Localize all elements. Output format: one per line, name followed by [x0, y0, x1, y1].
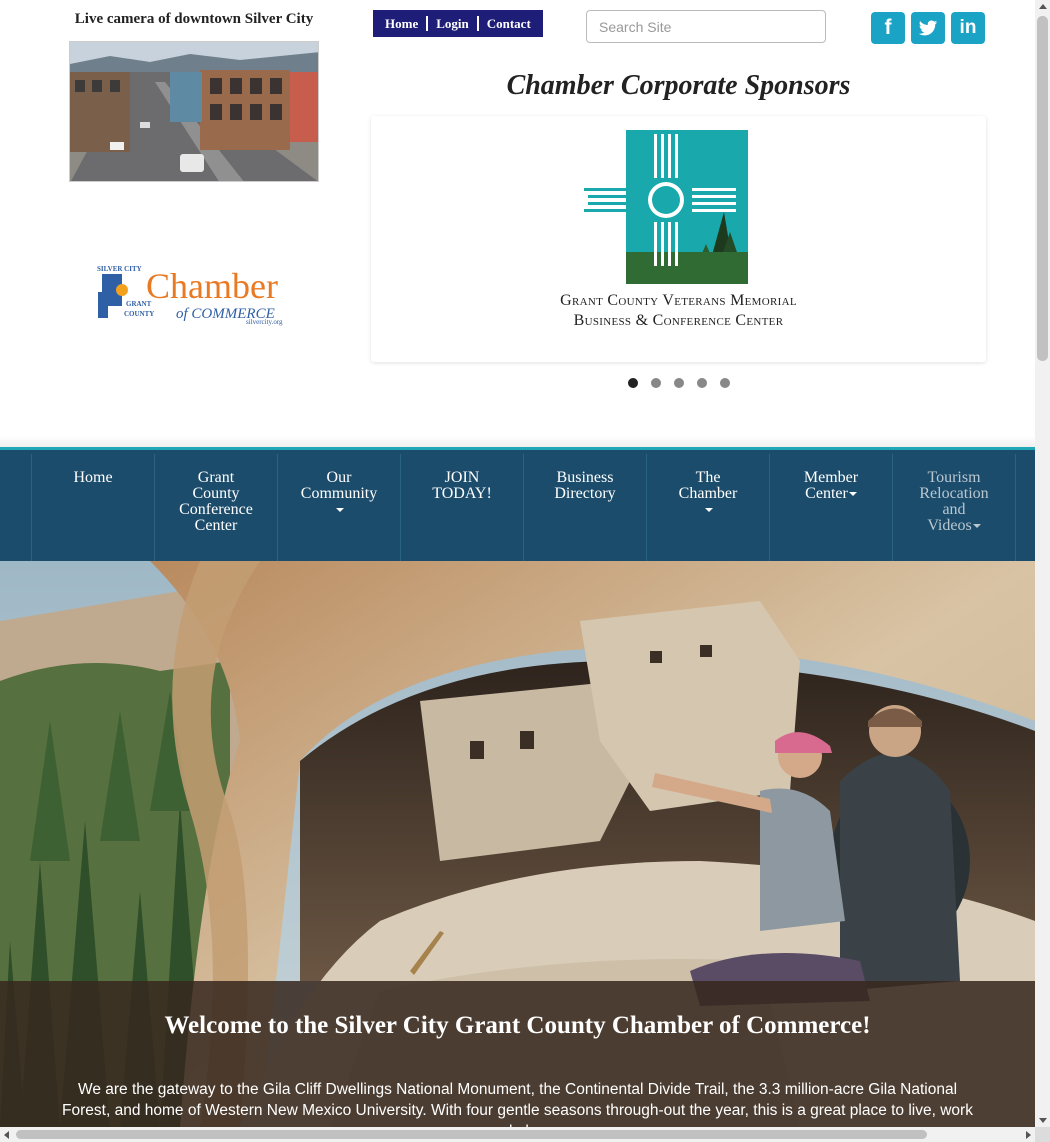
twitter-button[interactable]: [911, 12, 945, 44]
sponsors-heading: Chamber Corporate Sponsors: [506, 70, 851, 101]
nav-tourism-relocation[interactable]: Tourism Relocation and Videos: [892, 454, 1015, 561]
nav-overflow-item[interactable]: [1015, 454, 1035, 561]
nav-our-community[interactable]: Our Community: [277, 454, 400, 561]
topnav-home-link[interactable]: Home: [377, 16, 426, 31]
chevron-down-icon: [335, 508, 344, 513]
nav-label-line: TODAY!: [432, 485, 492, 502]
welcome-paragraph: We are the gateway to the Gila Cliff Dwe…: [62, 1081, 973, 1127]
slider-dot-1[interactable]: [628, 378, 638, 388]
logo-silver-city-text: SILVER CITY: [97, 265, 142, 273]
nav-label-line: JOIN: [444, 469, 480, 486]
scroll-right-icon[interactable]: [1026, 1131, 1031, 1139]
scroll-up-icon[interactable]: [1039, 4, 1047, 9]
page-viewport: Live camera of downtown Silver City SILV…: [0, 0, 1035, 1127]
nav-home[interactable]: Home: [31, 454, 154, 561]
nav-label-line: Business: [556, 469, 614, 486]
horizontal-scrollbar[interactable]: [0, 1127, 1035, 1142]
logo-chamber-text: Chamber: [146, 266, 278, 306]
scroll-left-icon[interactable]: [4, 1131, 9, 1139]
facebook-button[interactable]: f: [871, 12, 905, 44]
nav-label-line: The: [695, 469, 721, 486]
nav-label-line: Member: [803, 469, 859, 486]
topnav-contact-link[interactable]: Contact: [476, 16, 539, 31]
camera-title: Live camera of downtown Silver City: [74, 11, 314, 27]
linkedin-button[interactable]: in: [951, 12, 985, 44]
chevron-down-icon: [704, 508, 713, 513]
nav-label-line: Videos: [927, 517, 972, 534]
nav-label-line: Conference: [179, 501, 253, 518]
topnav-login-link[interactable]: Login: [426, 16, 477, 31]
slider-pagination: [628, 378, 730, 388]
vertical-scroll-thumb[interactable]: [1037, 16, 1048, 361]
logo-county-text: COUNTY: [124, 310, 154, 318]
nav-the-chamber[interactable]: The Chamber: [646, 454, 769, 561]
search-input[interactable]: [586, 10, 826, 43]
nav-member-center[interactable]: Member Center: [769, 454, 892, 561]
horizontal-scroll-thumb[interactable]: [16, 1130, 927, 1139]
slider-dot-2[interactable]: [651, 378, 661, 388]
scrollbar-corner: [1035, 1127, 1050, 1142]
sponsor-name-line2: Business & Conference Center: [573, 312, 784, 329]
slider-dot-5[interactable]: [720, 378, 730, 388]
slider-dot-4[interactable]: [697, 378, 707, 388]
downtown-camera-image[interactable]: [69, 41, 319, 182]
nav-label-line: County: [192, 485, 240, 502]
nav-label-line: Tourism: [927, 469, 981, 486]
nav-label-line: and: [942, 501, 966, 518]
nav-label-line: Directory: [554, 485, 616, 502]
main-nav: Home Grant County Conference Center Our …: [0, 447, 1035, 561]
nav-home-label: Home: [73, 469, 113, 486]
nav-label-line: Community: [300, 485, 378, 502]
nav-label-line: Center: [805, 485, 848, 502]
facebook-icon: f: [884, 16, 892, 39]
nav-label-line: Grant: [197, 469, 235, 486]
nav-business-directory[interactable]: Business Directory: [523, 454, 646, 561]
linkedin-icon: in: [959, 17, 977, 38]
nav-label-line: Chamber: [678, 485, 738, 502]
chevron-down-icon: [848, 492, 857, 497]
hero-banner: Welcome to the Silver City Grant County …: [0, 561, 1035, 1127]
nav-join-today[interactable]: JOIN TODAY!: [400, 454, 523, 561]
vertical-scrollbar[interactable]: [1035, 0, 1050, 1127]
slider-dot-3[interactable]: [674, 378, 684, 388]
chamber-logo[interactable]: SILVER CITY GRANT COUNTY Chamber of COMM…: [96, 262, 292, 326]
sponsor-name-line1: Grant County Veterans Memorial: [560, 292, 797, 309]
welcome-heading: Welcome to the Silver City Grant County …: [164, 1012, 871, 1039]
chevron-down-icon: [972, 524, 981, 529]
scroll-down-icon[interactable]: [1039, 1118, 1047, 1123]
zia-sun-logo: [584, 130, 748, 284]
top-utility-nav: Home Login Contact: [373, 10, 543, 37]
sponsor-slide[interactable]: Grant County Veterans Memorial Business …: [371, 116, 986, 362]
nav-conference-center[interactable]: Grant County Conference Center: [154, 454, 277, 561]
nav-label-line: Center: [194, 517, 238, 534]
nav-label-line: Our: [326, 469, 352, 486]
nav-label-line: Relocation: [919, 485, 989, 502]
logo-site-text: silvercity.org: [246, 318, 283, 326]
twitter-icon: [918, 20, 938, 36]
